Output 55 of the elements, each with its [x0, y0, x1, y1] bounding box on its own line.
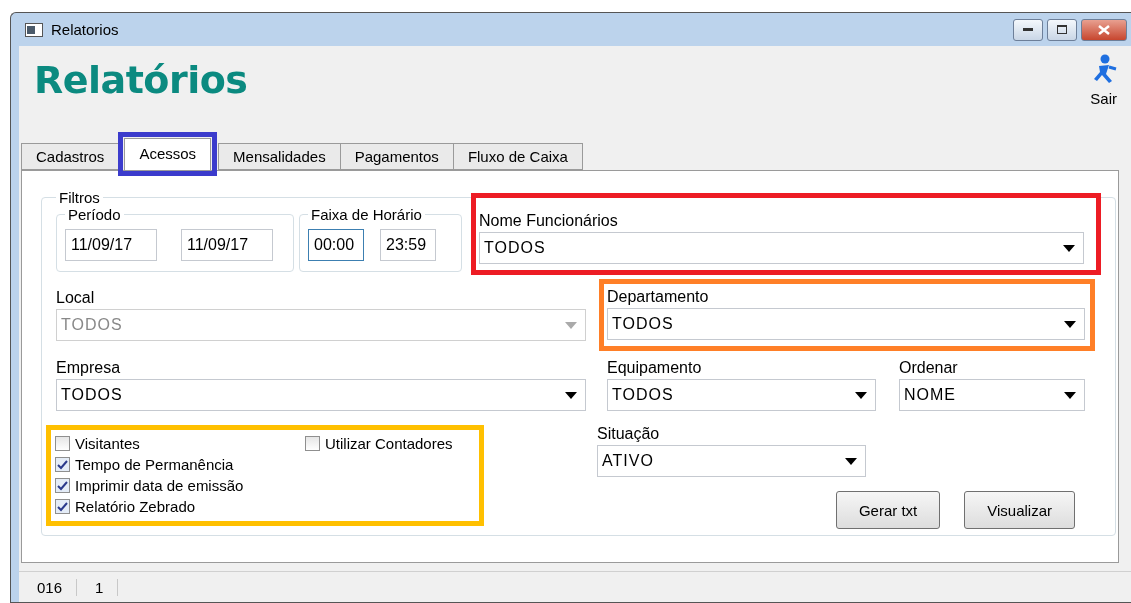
status-text: 016 [19, 578, 78, 596]
time-field[interactable]: 23:59 [380, 229, 436, 261]
dropdown-arrow-icon[interactable] [855, 391, 867, 399]
time-field[interactable]: 00:00 [308, 229, 364, 261]
checkbox[interactable] [55, 499, 70, 514]
dropdown-field[interactable]: NOME [899, 379, 1085, 411]
checkbox[interactable] [55, 478, 70, 493]
action-button[interactable]: Gerar txt [835, 491, 941, 529]
action-button[interactable]: Visualizar [964, 491, 1075, 529]
dropdown-arrow-icon[interactable] [1064, 320, 1076, 328]
dropdown-field[interactable]: TODOS [479, 232, 1084, 264]
window-icon [25, 22, 43, 37]
exit-button[interactable]: Sair [1090, 54, 1117, 107]
field-label: Nome Funcionários [479, 212, 619, 230]
group-title: Período [67, 206, 122, 223]
field-label: Departamento [607, 288, 710, 306]
group-title: Faixa de Horário [310, 206, 423, 223]
field-label: Local [56, 289, 96, 307]
dropdown-field[interactable]: ATIVO [597, 445, 866, 477]
dropdown-arrow-icon[interactable] [845, 457, 857, 465]
field-label: Ordenar [899, 359, 959, 377]
date-field[interactable]: 11/09/17 [65, 229, 157, 261]
checkbox[interactable] [55, 436, 70, 451]
tab[interactable]: Mensalidades [218, 143, 341, 170]
tab[interactable]: Acessos [124, 138, 212, 170]
page-title: Relatórios [34, 58, 248, 102]
checkbox-label: Visitantes [75, 435, 140, 452]
field-label: Situação [597, 425, 661, 443]
minimize-icon [1023, 27, 1033, 32]
dropdown-field[interactable]: TODOS [607, 379, 876, 411]
close-button[interactable] [1081, 18, 1127, 41]
checkbox-label: Relatório Zebrado [75, 498, 196, 515]
minimize-button[interactable] [1013, 18, 1043, 41]
window-title: Relatorios [51, 21, 119, 38]
close-icon [1098, 24, 1110, 35]
tab[interactable]: Fluxo de Caixa [452, 143, 583, 170]
dropdown-field[interactable]: TODOS [56, 379, 586, 411]
maximize-button[interactable] [1047, 18, 1077, 41]
date-field[interactable]: 11/09/17 [181, 229, 273, 261]
checkbox-label: Imprimir data de emissão [75, 477, 244, 494]
checkbox-label: Tempo de Permanência [75, 456, 234, 473]
status-text: 1 [77, 578, 119, 596]
dropdown-arrow-icon[interactable] [565, 391, 577, 399]
tab[interactable]: Pagamentos [339, 143, 454, 170]
tab[interactable]: Cadastros [21, 143, 120, 170]
dropdown-arrow-icon[interactable] [1063, 244, 1075, 252]
dropdown-arrow-icon[interactable] [1064, 391, 1076, 399]
group-title: Filtros [58, 189, 101, 206]
checkbox-label: Utilizar Contadores [325, 435, 453, 452]
field-label: Empresa [56, 359, 122, 377]
dropdown-field[interactable]: TODOS [607, 308, 1085, 340]
field-label: Equipamento [607, 359, 703, 377]
checkbox[interactable] [55, 457, 70, 472]
checkbox[interactable] [305, 436, 320, 451]
maximize-icon [1057, 25, 1067, 34]
